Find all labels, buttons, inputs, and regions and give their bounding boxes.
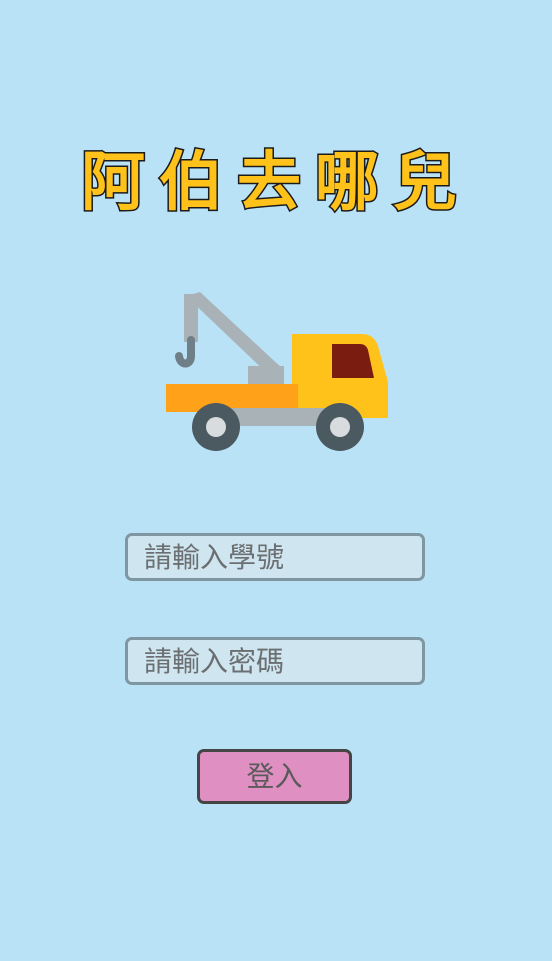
login-button[interactable]: 登入 bbox=[197, 749, 352, 804]
tow-truck-icon bbox=[166, 292, 388, 451]
student-id-input[interactable] bbox=[125, 533, 425, 581]
app-title: 阿伯去哪兒 bbox=[80, 145, 471, 222]
password-input[interactable] bbox=[125, 637, 425, 685]
